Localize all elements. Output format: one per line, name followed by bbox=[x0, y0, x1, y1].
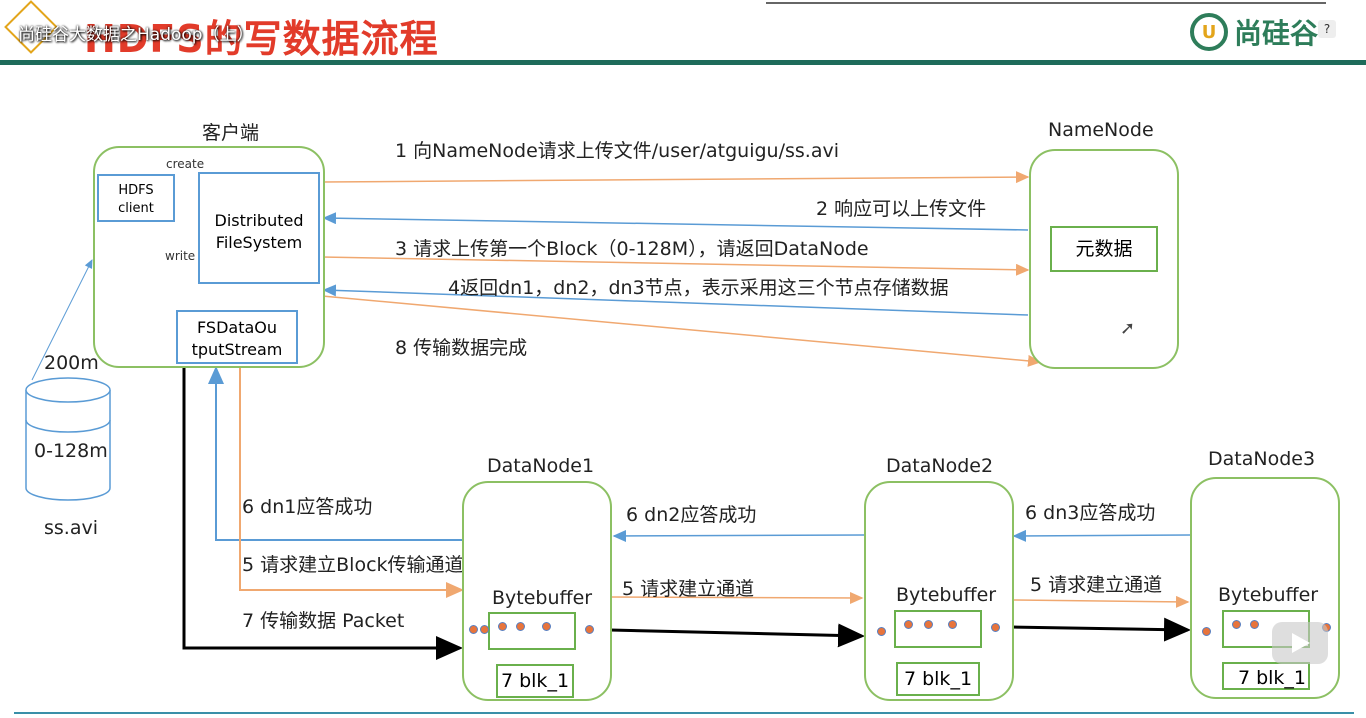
step2-label: 2 响应可以上传文件 bbox=[816, 198, 987, 220]
datanode1-title: DataNode1 bbox=[487, 455, 595, 477]
datanode1-blk-box: 7 blk_1 bbox=[496, 664, 574, 698]
datanode2-blk-box: 7 blk_1 bbox=[896, 662, 980, 696]
packet-dot bbox=[516, 622, 525, 631]
metadata-label: 元数据 bbox=[1075, 238, 1133, 260]
packet-dot bbox=[480, 625, 489, 634]
arrow-dn2-dn3-data bbox=[1011, 617, 1191, 642]
step6-dn1-label: 6 dn1应答成功 bbox=[242, 496, 373, 518]
datanode3-buffer-label: Bytebuffer bbox=[1218, 584, 1319, 606]
fsdos-line1: FSDataOu bbox=[196, 318, 277, 337]
play-button[interactable] bbox=[1272, 622, 1328, 664]
dfs-line2: FileSystem bbox=[215, 233, 303, 252]
datanode1-buffer-box bbox=[488, 612, 576, 650]
hdfs-client-box: HDFS client bbox=[97, 174, 175, 222]
write-label: write bbox=[165, 249, 196, 263]
datanode2-buffer-box bbox=[894, 610, 982, 648]
fsdos-line2: tputStream bbox=[191, 340, 283, 359]
packet-dot bbox=[542, 622, 551, 631]
file-cylinder bbox=[25, 377, 111, 501]
step6-dn3-label: 6 dn3应答成功 bbox=[1025, 502, 1156, 524]
play-icon bbox=[1292, 633, 1310, 653]
step6-dn2-label: 6 dn2应答成功 bbox=[626, 504, 757, 526]
step8-label: 8 传输数据完成 bbox=[395, 337, 528, 359]
arrow-dn2-ack bbox=[612, 529, 865, 542]
bottom-divider bbox=[14, 712, 1354, 714]
datanode2-blk-label: 7 blk_1 bbox=[903, 668, 973, 690]
create-label: create bbox=[166, 157, 205, 171]
packet-dot bbox=[469, 625, 478, 634]
metadata-box: 元数据 bbox=[1050, 226, 1158, 272]
fsdataoutputstream-box: FSDataOu tputStream bbox=[176, 310, 298, 364]
hdfs-client-line2: client bbox=[118, 201, 154, 216]
packet-dot bbox=[498, 622, 507, 631]
arrow-dn2-dn3-channel bbox=[1011, 595, 1190, 608]
hdfs-client-line1: HDFS bbox=[118, 183, 154, 198]
file-size: 200m bbox=[44, 352, 99, 374]
packet-dot bbox=[904, 620, 913, 629]
packet-dot bbox=[948, 620, 957, 629]
step3-label: 3 请求上传第一个Block（0-128M），请返回DataNode bbox=[395, 238, 869, 260]
datanode3-blk-box: 7 blk_1 bbox=[1222, 662, 1310, 690]
step5-channel-label: 5 请求建立Block传输通道 bbox=[242, 554, 464, 576]
datanode3-blk-label: 7 blk_1 bbox=[1237, 667, 1306, 689]
packet-dot bbox=[1232, 620, 1241, 629]
step7-packet-label: 7 传输数据 Packet bbox=[242, 610, 405, 632]
datanode1-buffer-label: Bytebuffer bbox=[492, 587, 593, 609]
packet-dot bbox=[924, 620, 933, 629]
arrow-dn3-ack bbox=[1012, 529, 1191, 542]
step5-dn2-dn3-label: 5 请求建立通道 bbox=[1030, 574, 1163, 596]
file-block-range: 0-128m bbox=[34, 440, 108, 462]
dfs-line1: Distributed bbox=[214, 211, 304, 230]
step4-label: 4返回dn1，dn2，dn3节点，表示采用这三个节点存储数据 bbox=[448, 277, 949, 299]
arrow-step1 bbox=[321, 171, 1030, 184]
arrow-dn1-dn2-data bbox=[609, 623, 865, 648]
client-title: 客户端 bbox=[202, 122, 260, 144]
packet-dot bbox=[991, 623, 1000, 632]
packet-dot bbox=[877, 627, 886, 636]
distributed-filesystem-box: Distributed FileSystem bbox=[198, 172, 320, 284]
file-name: ss.avi bbox=[44, 517, 99, 539]
namenode-title: NameNode bbox=[1048, 119, 1154, 141]
step5-dn1-dn2-label: 5 请求建立通道 bbox=[622, 578, 755, 600]
datanode1-blk-label: 7 blk_1 bbox=[500, 670, 570, 692]
datanode3-title: DataNode3 bbox=[1208, 448, 1316, 470]
packet-dot bbox=[1202, 627, 1211, 636]
datanode2-title: DataNode2 bbox=[886, 455, 994, 477]
step1-label: 1 向NameNode请求上传文件/user/atguigu/ss.avi bbox=[395, 140, 839, 162]
mouse-cursor-icon: ➚ bbox=[1120, 318, 1136, 339]
packet-dot bbox=[585, 625, 594, 634]
packet-dot bbox=[1250, 620, 1259, 629]
datanode2-buffer-label: Bytebuffer bbox=[896, 584, 997, 606]
